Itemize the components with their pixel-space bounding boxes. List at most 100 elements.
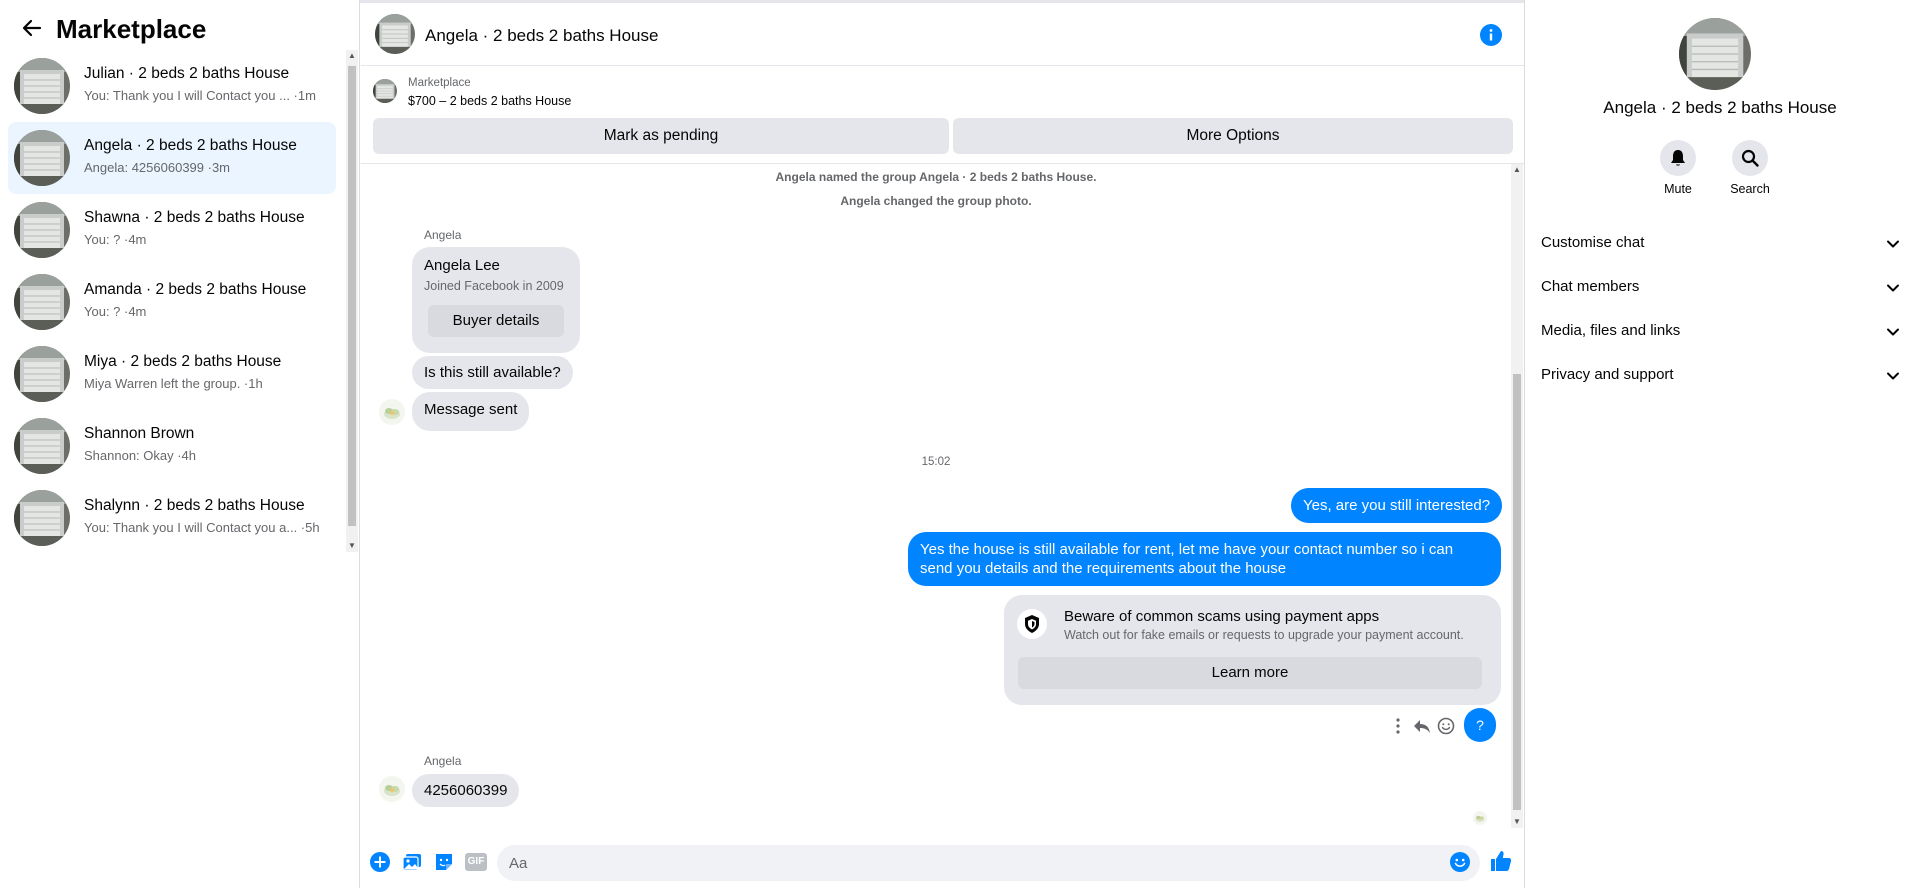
- conversation-item-angela[interactable]: Angela · 2 beds 2 baths House Angela: 42…: [8, 122, 336, 194]
- chevron-down-icon: [1887, 284, 1899, 292]
- incoming-message[interactable]: Is this still available?: [412, 356, 573, 389]
- conversation-avatar: [14, 490, 70, 546]
- incoming-message[interactable]: 4256060399: [412, 774, 520, 807]
- section-customise-chat[interactable]: Customise chat: [1541, 224, 1901, 264]
- search-icon: [1732, 140, 1768, 176]
- conversation-preview: You: ? ·4m: [84, 232, 147, 247]
- sidebar-scrollbar[interactable]: ▲ ▼: [346, 50, 358, 552]
- buyer-details-button[interactable]: Buyer details: [428, 305, 564, 337]
- learn-more-button[interactable]: Learn more: [1018, 657, 1482, 689]
- conversation-preview: Miya Warren left the group. ·1h: [84, 376, 263, 391]
- mark-as-pending-button[interactable]: Mark as pending: [373, 118, 949, 154]
- buyer-profile-card: Angela Lee Joined Facebook in 2009 Buyer…: [412, 247, 580, 353]
- chat-scroll-thumb[interactable]: [1513, 374, 1521, 810]
- conversation-avatar: [14, 418, 70, 474]
- scroll-down-arrow-icon[interactable]: ▼: [346, 540, 358, 552]
- conversation-preview: You: ? ·4m: [84, 304, 147, 319]
- conversation-info-name: Angela · 2 beds 2 baths House: [1603, 98, 1837, 117]
- buyer-name: Angela Lee: [424, 257, 500, 274]
- chat-avatar[interactable]: [375, 14, 415, 54]
- scroll-up-arrow-icon[interactable]: ▲: [1511, 164, 1523, 176]
- chat-scrollbar[interactable]: ▲ ▼: [1511, 164, 1523, 828]
- conversation-item-shawna[interactable]: Shawna · 2 beds 2 baths House You: ? ·4m: [8, 194, 336, 266]
- message-timestamp: 15:02: [921, 456, 951, 468]
- conversation-info-avatar[interactable]: [1679, 18, 1751, 90]
- back-arrow-icon[interactable]: [22, 18, 42, 38]
- marketplace-listing-bar: Marketplace $700 – 2 beds 2 baths House …: [361, 66, 1524, 164]
- conversation-list: Julian · 2 beds 2 baths House You: Thank…: [8, 50, 336, 554]
- conversation-preview: Angela: 4256060399 ·3m: [84, 160, 231, 175]
- scroll-up-arrow-icon[interactable]: ▲: [346, 50, 358, 62]
- chat-pane: Angela · 2 beds 2 baths House Marketplac…: [361, 0, 1524, 888]
- conversation-item-miya[interactable]: Miya · 2 beds 2 baths House Miya Warren …: [8, 338, 336, 410]
- seen-receipt-avatar: [1473, 811, 1487, 825]
- search-button[interactable]: Search: [1720, 140, 1780, 196]
- listing-source: Marketplace: [408, 77, 471, 89]
- conversation-avatar: [14, 346, 70, 402]
- add-plus-icon[interactable]: [369, 851, 391, 873]
- buyer-joined-date: Joined Facebook in 2009: [424, 279, 564, 293]
- scam-warning-title: Beware of common scams using payment app…: [1064, 608, 1380, 625]
- bell-icon: [1660, 140, 1696, 176]
- react-emoji-icon[interactable]: [1436, 716, 1456, 736]
- chevron-down-icon: [1887, 328, 1899, 336]
- outgoing-message[interactable]: ?: [1464, 708, 1496, 742]
- photo-gallery-icon[interactable]: [401, 851, 423, 873]
- gif-icon[interactable]: GIF: [465, 853, 487, 871]
- reply-icon[interactable]: [1412, 716, 1432, 736]
- more-vertical-icon[interactable]: [1388, 716, 1408, 736]
- conversation-avatar: [14, 274, 70, 330]
- message-thread: Angela named the group Angela · 2 beds 2…: [361, 164, 1511, 832]
- sender-name: Angela: [424, 754, 462, 768]
- outgoing-message[interactable]: Yes, are you still interested?: [1291, 488, 1503, 523]
- conversation-name: Shawna · 2 beds 2 baths House: [84, 209, 305, 226]
- message-input[interactable]: [497, 845, 1480, 881]
- sender-name: Angela: [424, 228, 462, 242]
- conversation-name: Amanda · 2 beds 2 baths House: [84, 281, 307, 298]
- conversation-item-julian[interactable]: Julian · 2 beds 2 baths House You: Thank…: [8, 50, 336, 122]
- chevron-down-icon: [1887, 240, 1899, 248]
- search-label: Search: [1730, 182, 1770, 196]
- section-label: Media, files and links: [1541, 322, 1681, 339]
- listing-thumbnail[interactable]: [373, 79, 397, 103]
- sidebar-header: Marketplace: [0, 0, 360, 56]
- section-chat-members[interactable]: Chat members: [1541, 268, 1901, 308]
- sidebar-title: Marketplace: [56, 14, 207, 44]
- info-icon[interactable]: [1480, 24, 1502, 46]
- scroll-down-arrow-icon[interactable]: ▼: [1511, 816, 1523, 828]
- sticker-icon[interactable]: [433, 851, 455, 873]
- sender-avatar[interactable]: [379, 399, 405, 425]
- conversation-avatar: [14, 202, 70, 258]
- scam-warning-card: Beware of common scams using payment app…: [1004, 595, 1501, 705]
- conversation-item-shalynn[interactable]: Shalynn · 2 beds 2 baths House You: Than…: [8, 482, 336, 554]
- conversation-preview: You: Thank you I will Contact you a... ·…: [84, 520, 320, 535]
- sender-avatar[interactable]: [379, 776, 405, 802]
- conversation-name: Julian · 2 beds 2 baths House: [84, 65, 290, 82]
- more-options-button[interactable]: More Options: [953, 118, 1513, 154]
- listing-price-title[interactable]: $700 – 2 beds 2 baths House: [408, 94, 571, 108]
- section-label: Chat members: [1541, 278, 1640, 295]
- thumbs-up-icon[interactable]: [1489, 849, 1513, 873]
- chat-header: Angela · 2 beds 2 baths House: [361, 3, 1524, 66]
- conversation-name: Shannon Brown: [84, 425, 195, 442]
- mute-button[interactable]: Mute: [1648, 140, 1708, 196]
- conversation-avatar: [14, 58, 70, 114]
- section-media-files-links[interactable]: Media, files and links: [1541, 312, 1901, 352]
- incoming-message[interactable]: Message sent: [412, 392, 530, 431]
- scam-warning-subtitle: Watch out for fake emails or requests to…: [1064, 628, 1464, 642]
- conversation-info-panel: Angela · 2 beds 2 baths House Mute Searc…: [1524, 0, 1914, 888]
- message-composer: GIF: [361, 838, 1524, 888]
- sidebar-scroll-thumb[interactable]: [348, 66, 356, 526]
- conversation-name: Shalynn · 2 beds 2 baths House: [84, 497, 305, 514]
- conversation-item-amanda[interactable]: Amanda · 2 beds 2 baths House You: ? ·4m: [8, 266, 336, 338]
- chat-title[interactable]: Angela · 2 beds 2 baths House: [425, 26, 658, 46]
- conversation-preview: You: Thank you I will Contact you ... ·1…: [84, 88, 316, 103]
- conversation-item-shannon[interactable]: Shannon Brown Shannon: Okay ·4h: [8, 410, 336, 482]
- emoji-icon[interactable]: [1449, 851, 1471, 873]
- conversation-preview: Shannon: Okay ·4h: [84, 448, 197, 463]
- section-privacy-support[interactable]: Privacy and support: [1541, 356, 1901, 396]
- system-message-group-photo: Angela changed the group photo.: [840, 194, 1032, 208]
- section-label: Privacy and support: [1541, 366, 1674, 383]
- conversation-name: Angela · 2 beds 2 baths House: [84, 137, 297, 154]
- outgoing-message[interactable]: Yes the house is still available for ren…: [908, 532, 1501, 586]
